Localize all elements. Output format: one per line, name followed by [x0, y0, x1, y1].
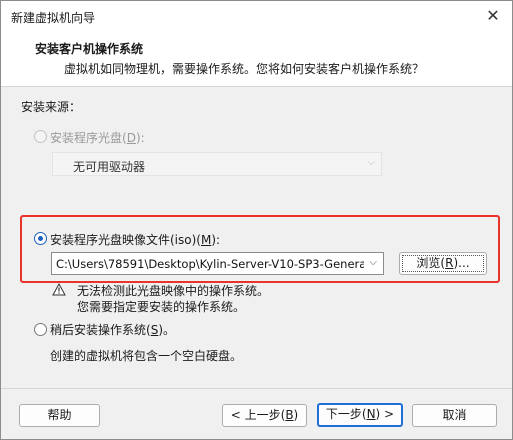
iso-radio[interactable]: [34, 232, 47, 245]
window-title: 新建虚拟机向导: [11, 11, 96, 25]
close-icon[interactable]: ✕: [480, 4, 506, 28]
install-later-radio[interactable]: [34, 323, 47, 336]
iso-path-value: C:\Users\78591\Desktop\Kylin-Server-V10-…: [56, 257, 364, 271]
warning-icon: [52, 283, 66, 296]
disc-radio-label[interactable]: 安装程序光盘(D):: [50, 129, 145, 146]
install-later-description: 创建的虚拟机将包含一个空白硬盘。: [50, 349, 243, 363]
chevron-down-icon: ⌵: [367, 157, 375, 168]
wizard-header: 安装客户机操作系统 虚拟机如同物理机，需要操作系统。您将如何安装客户机操作系统？: [1, 31, 512, 87]
chevron-down-icon[interactable]: ⌵: [369, 257, 377, 268]
install-source-label: 安装来源：: [21, 100, 82, 114]
help-button[interactable]: 帮助: [19, 404, 100, 427]
warning-text-line2: 您需要指定要安装的操作系统。: [77, 300, 246, 314]
next-button[interactable]: 下一步(N) >: [317, 403, 403, 427]
install-later-label[interactable]: 稍后安装操作系统(S)。: [50, 321, 175, 338]
page-title: 安装客户机操作系统: [35, 42, 144, 56]
iso-radio-label[interactable]: 安装程序光盘映像文件(iso)(M):: [50, 231, 220, 248]
wizard-window: 新建虚拟机向导 ✕ 安装客户机操作系统 虚拟机如同物理机，需要操作系统。您将如何…: [0, 0, 513, 440]
warning-text-line1: 无法检测此光盘映像中的操作系统。: [77, 284, 270, 298]
browse-button[interactable]: 浏览(R)...: [399, 252, 487, 275]
disc-radio[interactable]: [34, 130, 47, 143]
back-button[interactable]: < 上一步(B): [222, 404, 307, 427]
drive-select[interactable]: 无可用驱动器 ⌵: [52, 152, 382, 176]
iso-path-combobox[interactable]: C:\Users\78591\Desktop\Kylin-Server-V10-…: [51, 252, 384, 275]
drive-select-value: 无可用驱动器: [73, 160, 146, 174]
focus-rect: [402, 255, 484, 272]
title-bar: 新建虚拟机向导 ✕: [1, 1, 512, 31]
page-subtitle: 虚拟机如同物理机，需要操作系统。您将如何安装客户机操作系统？: [64, 62, 425, 76]
cancel-button[interactable]: 取消: [412, 404, 497, 427]
footer-divider: [1, 388, 512, 389]
